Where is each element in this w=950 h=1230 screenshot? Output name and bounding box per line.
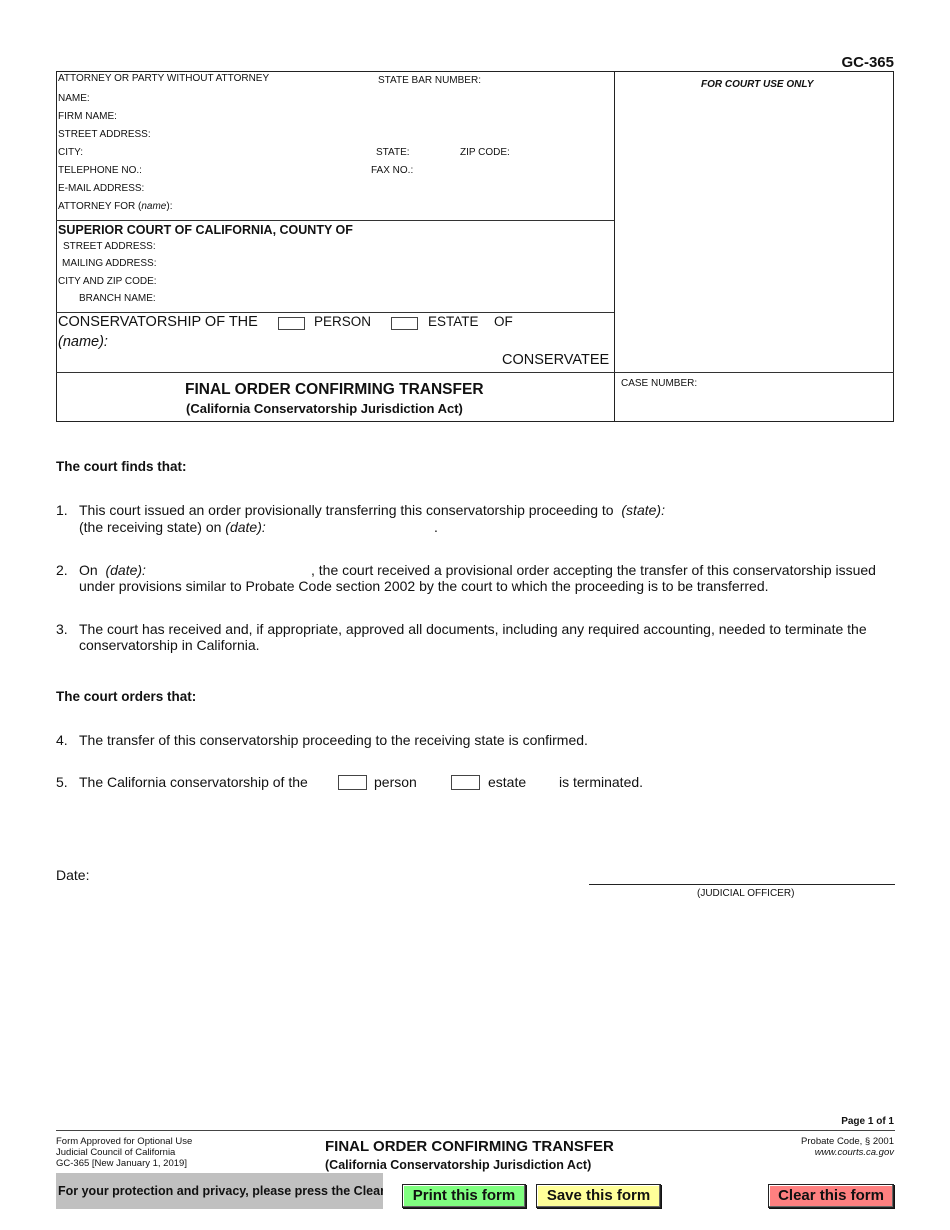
finding-3-line2: conservatorship in California.	[79, 637, 260, 653]
finding-2-prefix: On (date):	[79, 562, 146, 578]
save-form-button[interactable]: Save this form	[536, 1184, 661, 1208]
divider	[56, 372, 894, 373]
for-court-use-only: FOR COURT USE ONLY	[701, 79, 814, 90]
item-number: 4.	[56, 732, 68, 748]
item-number: 5.	[56, 774, 68, 790]
fax-label: FAX NO.:	[371, 165, 414, 176]
clear-form-button[interactable]: Clear this form	[768, 1184, 894, 1208]
print-form-button[interactable]: Print this form	[402, 1184, 526, 1208]
divider	[56, 312, 614, 313]
telephone-label: TELEPHONE NO.:	[58, 165, 142, 176]
findings-heading: The court finds that:	[56, 459, 187, 474]
firm-name-label: FIRM NAME:	[58, 111, 117, 122]
order-estate-checkbox[interactable]	[451, 775, 480, 790]
email-label: E-MAIL ADDRESS:	[58, 183, 145, 194]
person-label: PERSON	[314, 314, 372, 329]
footer-subtitle: (California Conservatorship Jurisdiction…	[325, 1158, 592, 1172]
item-number: 3.	[56, 621, 68, 637]
item-number: 2.	[56, 562, 68, 578]
court-street-address-label: STREET ADDRESS:	[63, 241, 156, 252]
probate-code: Probate Code, § 2001	[801, 1136, 894, 1147]
city-zip-label: CITY AND ZIP CODE:	[58, 276, 157, 287]
name-label: NAME:	[58, 93, 90, 104]
case-number-label: CASE NUMBER:	[621, 378, 698, 389]
state-label: STATE:	[376, 147, 410, 158]
finding-2-line1: , the court received a provisional order…	[311, 562, 876, 578]
form-approved: Form Approved for Optional Use	[56, 1136, 193, 1147]
finding-3-line1: The court has received and, if appropria…	[79, 621, 867, 637]
finding-2-on: On	[79, 562, 98, 578]
form-id: GC-365	[841, 54, 894, 71]
footer-right: Probate Code, § 2001 www.courts.ca.gov	[801, 1136, 894, 1158]
street-address-label: STREET ADDRESS:	[58, 129, 151, 140]
finding-1-text: This court issued an order provisionally…	[79, 502, 614, 518]
orders-heading: The court orders that:	[56, 689, 197, 704]
footer-divider	[56, 1130, 895, 1131]
judicial-council: Judicial Council of California	[56, 1147, 176, 1158]
finding-1-line1: This court issued an order provisionally…	[79, 502, 665, 518]
branch-name-label: BRANCH NAME:	[79, 293, 156, 304]
order-4-text: The transfer of this conservatorship pro…	[79, 732, 588, 748]
attorney-for-label: ATTORNEY FOR (name):	[58, 201, 172, 212]
attorney-for-italic: name	[141, 201, 167, 212]
finding-1-period: .	[434, 519, 438, 535]
privacy-notice: For your protection and privacy, please …	[56, 1173, 383, 1209]
judicial-officer-label: (JUDICIAL OFFICER)	[697, 888, 795, 899]
city-label: CITY:	[58, 147, 84, 158]
mailing-address-label: MAILING ADDRESS:	[62, 258, 157, 269]
of-label: OF	[494, 314, 513, 329]
form-subtitle: (California Conservatorship Jurisdiction…	[186, 401, 463, 416]
court-title: SUPERIOR COURT OF CALIFORNIA, COUNTY OF	[58, 223, 353, 237]
date-field-label: (date):	[105, 562, 146, 578]
footer-left: Form Approved for Optional Use Judicial …	[56, 1136, 192, 1169]
order-person-label: person	[374, 774, 417, 790]
state-bar-number-label: STATE BAR NUMBER:	[378, 75, 481, 86]
estate-checkbox[interactable]	[391, 317, 418, 330]
estate-label: ESTATE	[428, 314, 479, 329]
signature-line	[589, 884, 895, 885]
attorney-for-prefix: ATTORNEY FOR (	[58, 201, 142, 212]
attorney-for-suffix: ):	[166, 201, 173, 212]
caption-divider	[614, 71, 615, 422]
footer-title: FINAL ORDER CONFIRMING TRANSFER	[325, 1138, 614, 1155]
caption-box	[56, 71, 894, 422]
attorney-header: ATTORNEY OR PARTY WITHOUT ATTORNEY	[58, 73, 270, 84]
conservatorship-of-the-label: CONSERVATORSHIP OF THE	[58, 314, 258, 330]
order-estate-label: estate	[488, 774, 527, 790]
page-number: Page 1 of 1	[841, 1116, 894, 1127]
person-checkbox[interactable]	[278, 317, 305, 330]
conservatee-label: CONSERVATEE	[502, 352, 610, 368]
order-person-checkbox[interactable]	[338, 775, 367, 790]
form-revision: GC-365 [New January 1, 2019]	[56, 1158, 187, 1169]
form-title: FINAL ORDER CONFIRMING TRANSFER	[185, 381, 484, 398]
zip-code-label: ZIP CODE:	[460, 147, 510, 158]
order-5-text: The California conservatorship of the	[79, 774, 308, 790]
order-5-suffix: is terminated.	[559, 774, 644, 790]
date-label: Date:	[56, 867, 90, 883]
divider	[56, 220, 614, 221]
finding-1-line2-text: (the receiving state) on	[79, 519, 222, 535]
date-field-label: (date):	[225, 519, 266, 535]
finding-1-line2: (the receiving state) on (date):	[79, 519, 266, 535]
item-number: 1.	[56, 502, 68, 518]
conservatee-name-label: (name):	[58, 334, 108, 350]
state-field-label: (state):	[621, 502, 665, 518]
finding-2-line2: under provisions similar to Probate Code…	[79, 578, 769, 594]
website-link[interactable]: www.courts.ca.gov	[801, 1147, 894, 1158]
